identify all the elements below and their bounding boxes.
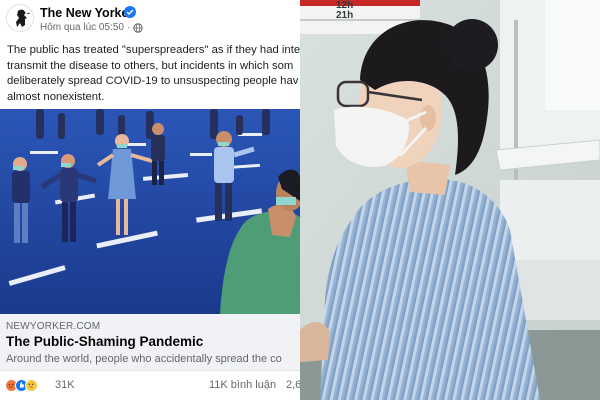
link-domain: NEWYORKER.COM xyxy=(6,321,101,332)
page-avatar[interactable] xyxy=(6,4,34,32)
verified-badge-icon xyxy=(124,6,136,18)
comment-count[interactable]: 11K bình luận xyxy=(209,379,276,391)
hospital-patient-photo: 12h 21h xyxy=(300,0,600,400)
sad-icon[interactable] xyxy=(25,379,38,392)
link-description: Around the world, people who accidentall… xyxy=(6,353,282,365)
page-name[interactable]: The New Yorker xyxy=(40,6,133,20)
new-yorker-logo-icon xyxy=(7,5,33,31)
wall-label: 21h xyxy=(336,10,354,21)
post-timestamp[interactable]: Hôm qua lúc 05:50 xyxy=(40,22,124,33)
reactions-bar: 31K 11K bình luận 2,6 xyxy=(0,370,300,400)
reaction-count[interactable]: 31K xyxy=(55,379,75,391)
post-header: The New Yorker Hôm qua lúc 05:50 · xyxy=(0,0,300,40)
globe-icon[interactable] xyxy=(133,22,143,33)
patient-photo-illustration xyxy=(300,0,600,400)
article-illustration[interactable] xyxy=(0,109,300,314)
post-text-line: transmit the disease to others, but inci… xyxy=(7,59,294,72)
social-distancing-illustration xyxy=(0,109,300,314)
post-text-line: almost nonexistent. xyxy=(7,90,105,103)
share-count[interactable]: 2,6 xyxy=(286,379,300,391)
post-text: The public has treated "superspreaders" … xyxy=(7,43,300,105)
post-text-line: deliberately spread COVID-19 to unsuspec… xyxy=(7,75,299,88)
separator-dot: · xyxy=(126,22,131,33)
link-title[interactable]: The Public-Shaming Pandemic xyxy=(6,334,203,349)
post-text-line: The public has treated "superspreaders" … xyxy=(7,44,300,56)
link-preview[interactable]: NEWYORKER.COM The Public-Shaming Pandemi… xyxy=(0,314,300,370)
facebook-post: The New Yorker Hôm qua lúc 05:50 · The p… xyxy=(0,0,300,400)
post-meta: Hôm qua lúc 05:50 · xyxy=(40,22,143,33)
